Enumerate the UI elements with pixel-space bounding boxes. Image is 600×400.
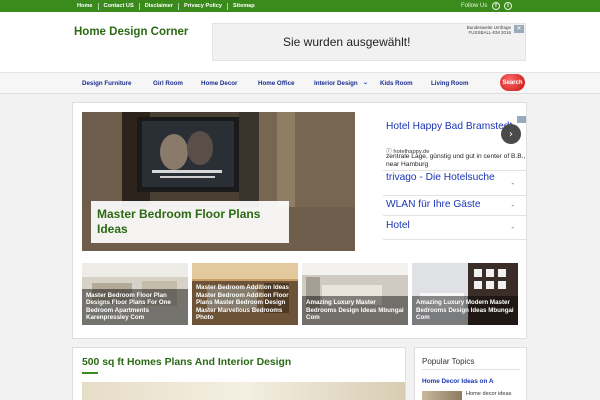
top-link-sitemap[interactable]: Sitemap — [226, 2, 260, 10]
ad-banner-text: Sie wurden ausgewählt! — [283, 35, 411, 49]
top-link-disclaimer[interactable]: Disclaimer — [138, 2, 178, 10]
ad-item-wlan[interactable]: WLAN für Ihre Gäste - — [383, 196, 526, 216]
thumbnail-caption[interactable]: Master Bedroom Floor Plan Designs Floor … — [82, 288, 188, 325]
thumbnail-card[interactable]: Master Bedroom Floor Plan Designs Floor … — [82, 263, 188, 325]
thumbnail-caption[interactable]: Master Bedroom Addition Ideas Master Bed… — [192, 281, 298, 325]
ad-banner[interactable]: Sie wurden ausgewählt! Bundesweite Umfra… — [212, 23, 526, 61]
ad-item-title[interactable]: Hotel — [386, 220, 410, 231]
ad-item-title[interactable]: trivago - Die Hotelsuche — [386, 172, 495, 183]
nav-item-interior-design[interactable]: Interior Design — [314, 80, 358, 87]
top-link-privacy[interactable]: Privacy Policy — [178, 2, 227, 10]
nav-item-home-decor[interactable]: Home Decor — [201, 80, 237, 87]
thumbnail-caption[interactable]: Amazing Luxury Master Bedrooms Design Id… — [302, 296, 408, 325]
featured-title-box[interactable]: Master Bedroom Floor Plans Ideas — [91, 201, 289, 243]
sidebar-description: Home decor ideas — [466, 391, 512, 397]
nav-item-home-office[interactable]: Home Office — [258, 80, 294, 87]
top-link-home[interactable]: Home — [72, 3, 98, 10]
ad-item-description: zentrale Lage, günstig und gut in center… — [386, 153, 526, 168]
sidebar-title: Popular Topics — [422, 357, 475, 366]
chevron-right-icon[interactable]: › — [501, 124, 521, 144]
sidebar-link[interactable]: Home Decor Ideas on A — [422, 378, 494, 385]
ad-item-hotel[interactable]: Hotel - — [383, 216, 526, 240]
ad-item-dash: - — [511, 223, 514, 232]
ad-close-icon[interactable]: ✕ — [514, 25, 524, 33]
thumbnail-card[interactable]: Amazing Luxury Master Bedrooms Design Id… — [302, 263, 408, 325]
facebook-icon[interactable]: f — [492, 2, 500, 10]
follow-us-label: Follow Us — [461, 3, 488, 9]
thumbnail-card[interactable]: Amazing Luxury Modern Master Bedrooms De… — [412, 263, 518, 325]
ad-banner-logo: Bundesweite Umfrage FUSSBALL-EM 2016 — [466, 25, 511, 35]
top-links: Home Contact US Disclaimer Privacy Polic… — [72, 0, 260, 12]
featured-title[interactable]: Master Bedroom Floor Plans Ideas — [97, 207, 283, 237]
ad-item-hotel-happy[interactable]: Hotel Happy Bad Bramstedt ⓘ hotelhappy.d… — [383, 115, 526, 171]
adchoices-icon[interactable] — [517, 116, 526, 123]
ad-item-dash: - — [511, 179, 514, 188]
ad-item-dash: - — [511, 201, 514, 210]
twitter-icon[interactable]: t — [504, 2, 512, 10]
sidebar-thumbnail[interactable] — [422, 391, 462, 400]
article-title[interactable]: 500 sq ft Homes Plans And Interior Desig… — [82, 357, 291, 368]
thumbnail-caption[interactable]: Amazing Luxury Modern Master Bedrooms De… — [412, 296, 518, 325]
ad-item-trivago[interactable]: trivago - Die Hotelsuche - — [383, 171, 526, 196]
nav-item-girl-room[interactable]: Girl Room — [153, 80, 183, 87]
sidebar-divider — [422, 369, 520, 370]
article-image[interactable] — [82, 382, 405, 400]
ad-item-title-text: Hotel Happy Bad Bramstedt — [386, 121, 513, 132]
nav-item-design-furniture[interactable]: Design Furniture — [82, 80, 132, 87]
ad-item-title[interactable]: Hotel Happy Bad Bramstedt — [386, 121, 512, 132]
site-logo[interactable]: Home Design Corner — [74, 26, 188, 38]
nav-item-living-room[interactable]: Living Room — [431, 80, 468, 87]
title-underline — [82, 372, 98, 374]
ad-item-title[interactable]: WLAN für Ihre Gäste — [386, 199, 481, 210]
nav-item-kids-room[interactable]: Kids Room — [380, 80, 413, 87]
thumbnail-card[interactable]: Master Bedroom Addition Ideas Master Bed… — [192, 263, 298, 325]
chevron-down-icon[interactable]: ⌄ — [363, 79, 368, 86]
top-link-contact[interactable]: Contact US — [97, 2, 139, 10]
search-button[interactable]: Search — [500, 74, 525, 91]
